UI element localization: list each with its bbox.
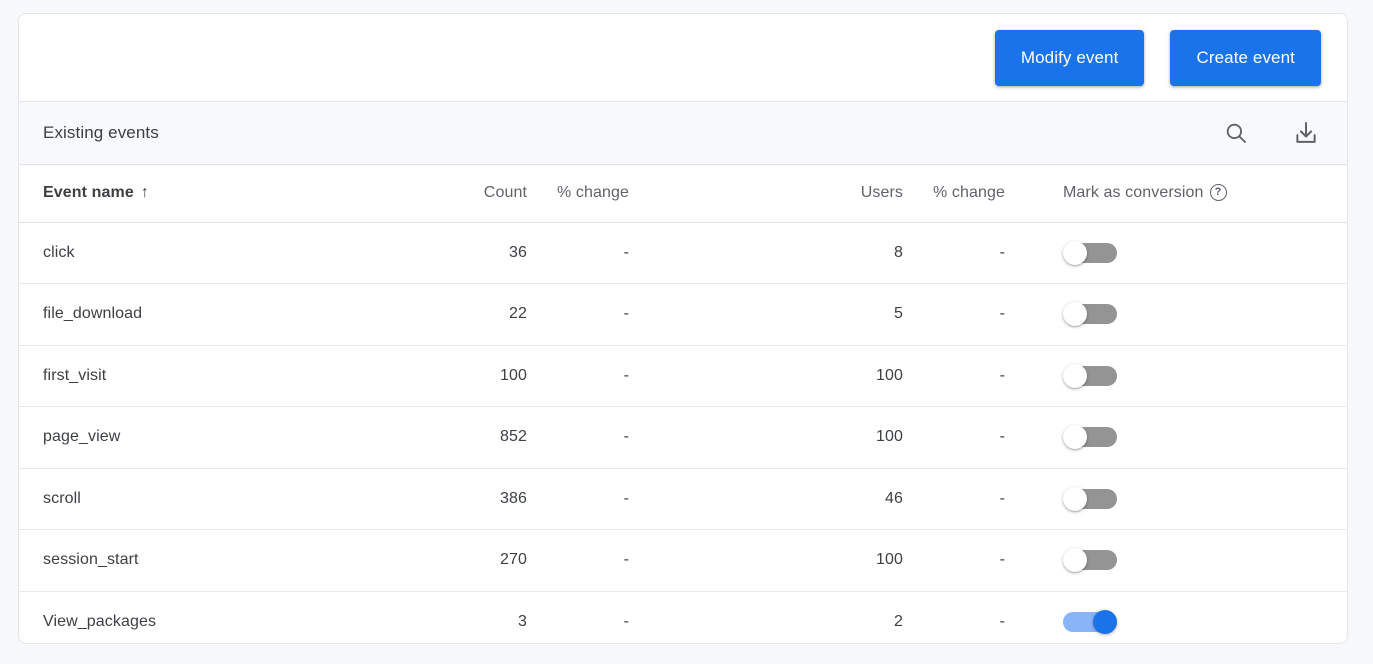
column-header-users[interactable]: Users: [803, 165, 903, 222]
mark-as-conversion-toggle[interactable]: [1063, 364, 1117, 388]
count-change-cell: -: [527, 284, 643, 346]
table-row[interactable]: session_start270-100-: [19, 530, 1348, 592]
section-title: Existing events: [43, 123, 1221, 143]
spacer-cell: [643, 530, 803, 592]
table-row[interactable]: click36-8-: [19, 222, 1348, 284]
count-cell: 852: [423, 407, 527, 469]
event-name-cell: session_start: [19, 530, 423, 592]
table-header-row: Event name ↑ Count % change Users % chang…: [19, 165, 1348, 222]
download-icon[interactable]: [1291, 118, 1321, 148]
events-table-head: Event name ↑ Count % change Users % chang…: [19, 165, 1348, 222]
mark-as-conversion-cell: [1019, 345, 1348, 407]
mark-as-conversion-toggle[interactable]: [1063, 241, 1117, 265]
event-name-cell: first_visit: [19, 345, 423, 407]
count-change-cell: -: [527, 591, 643, 644]
spacer-cell: [643, 345, 803, 407]
users-cell: 2: [803, 591, 903, 644]
table-row[interactable]: file_download22-5-: [19, 284, 1348, 346]
count-cell: 270: [423, 530, 527, 592]
header-icon-group: [1221, 118, 1321, 148]
mark-as-conversion-cell: [1019, 222, 1348, 284]
toggle-knob: [1063, 241, 1087, 265]
users-change-cell: -: [903, 407, 1019, 469]
count-change-cell: -: [527, 222, 643, 284]
count-change-cell: -: [527, 345, 643, 407]
mark-as-conversion-toggle[interactable]: [1063, 425, 1117, 449]
mark-as-conversion-cell: [1019, 284, 1348, 346]
spacer-cell: [643, 222, 803, 284]
spacer-cell: [643, 407, 803, 469]
table-row[interactable]: View_packages3-2-: [19, 591, 1348, 644]
search-icon[interactable]: [1221, 118, 1251, 148]
count-cell: 36: [423, 222, 527, 284]
existing-events-card: Modify event Create event Existing event…: [18, 13, 1348, 644]
column-header-count[interactable]: Count: [423, 165, 527, 222]
column-header-count-change: % change: [527, 165, 643, 222]
event-name-cell: click: [19, 222, 423, 284]
toggle-knob: [1063, 487, 1087, 511]
toggle-knob: [1093, 610, 1117, 634]
count-cell: 386: [423, 468, 527, 530]
count-change-cell: -: [527, 468, 643, 530]
users-change-cell: -: [903, 530, 1019, 592]
mark-as-conversion-toggle[interactable]: [1063, 302, 1117, 326]
count-change-cell: -: [527, 530, 643, 592]
spacer-cell: [643, 591, 803, 644]
event-name-cell: scroll: [19, 468, 423, 530]
mark-as-conversion-cell: [1019, 591, 1348, 644]
users-change-cell: -: [903, 222, 1019, 284]
event-name-cell: file_download: [19, 284, 423, 346]
table-row[interactable]: first_visit100-100-: [19, 345, 1348, 407]
column-header-users-change: % change: [903, 165, 1019, 222]
count-cell: 22: [423, 284, 527, 346]
event-name-cell: page_view: [19, 407, 423, 469]
count-cell: 100: [423, 345, 527, 407]
mark-as-conversion-toggle[interactable]: [1063, 548, 1117, 572]
mark-as-conversion-toggle[interactable]: [1063, 487, 1117, 511]
column-header-mark-as-conversion-label: Mark as conversion: [1063, 184, 1204, 202]
sort-ascending-icon[interactable]: ↑: [141, 185, 149, 201]
event-name-cell: View_packages: [19, 591, 423, 644]
mark-as-conversion-cell: [1019, 530, 1348, 592]
mark-as-conversion-cell: [1019, 468, 1348, 530]
create-event-button[interactable]: Create event: [1170, 30, 1321, 86]
table-row[interactable]: page_view852-100-: [19, 407, 1348, 469]
users-cell: 46: [803, 468, 903, 530]
count-change-cell: -: [527, 407, 643, 469]
mark-as-conversion-cell: [1019, 407, 1348, 469]
users-change-cell: -: [903, 468, 1019, 530]
mark-as-conversion-toggle[interactable]: [1063, 610, 1117, 634]
spacer-cell: [643, 284, 803, 346]
column-header-event-name[interactable]: Event name ↑: [19, 165, 423, 222]
users-cell: 100: [803, 345, 903, 407]
card-action-bar: Modify event Create event: [19, 14, 1347, 101]
modify-event-button[interactable]: Modify event: [995, 30, 1145, 86]
events-table-body: click36-8-file_download22-5-first_visit1…: [19, 222, 1348, 644]
table-row[interactable]: scroll386-46-: [19, 468, 1348, 530]
help-icon[interactable]: ?: [1210, 184, 1227, 201]
spacer-cell: [643, 468, 803, 530]
events-table: Event name ↑ Count % change Users % chang…: [19, 165, 1348, 644]
users-cell: 100: [803, 530, 903, 592]
users-change-cell: -: [903, 345, 1019, 407]
users-cell: 100: [803, 407, 903, 469]
users-cell: 5: [803, 284, 903, 346]
toggle-knob: [1063, 364, 1087, 388]
users-change-cell: -: [903, 284, 1019, 346]
column-header-event-name-label: Event name: [43, 184, 134, 201]
count-cell: 3: [423, 591, 527, 644]
users-cell: 8: [803, 222, 903, 284]
users-change-cell: -: [903, 591, 1019, 644]
column-spacer: [643, 165, 803, 222]
existing-events-header: Existing events: [19, 101, 1347, 165]
column-header-mark-as-conversion: Mark as conversion ?: [1019, 165, 1348, 222]
